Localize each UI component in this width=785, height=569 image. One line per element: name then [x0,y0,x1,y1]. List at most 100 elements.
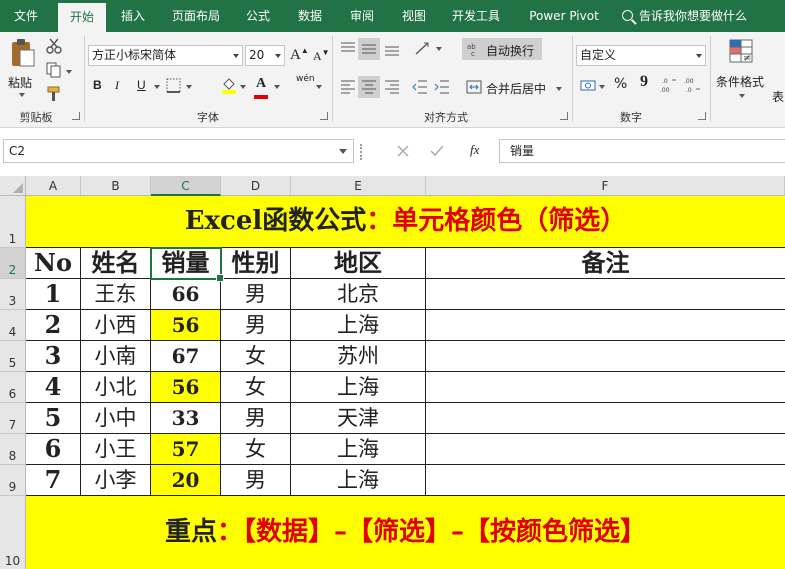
cell-remark[interactable] [426,279,785,310]
cell-no[interactable]: 4 [26,372,81,403]
conditional-formatting-button[interactable]: ≠ 条件格式 [714,36,770,106]
cell-no[interactable]: 1 [26,279,81,310]
phonetic-dropdown-icon[interactable] [316,85,322,89]
orientation-dropdown-icon[interactable] [436,47,442,51]
copy-dropdown-icon[interactable] [66,70,72,74]
cell-name[interactable]: 王东 [81,279,151,310]
column-header-f[interactable]: F [426,176,785,196]
tell-me-search[interactable]: 告诉我你想要做什么 [622,0,747,32]
cell-sex[interactable]: 女 [221,372,291,403]
tab-power-pivot[interactable]: Power Pivot [518,0,610,32]
cell-remark[interactable] [426,434,785,465]
accounting-format-icon[interactable] [580,78,596,92]
cell-sex[interactable]: 男 [221,310,291,341]
font-name-select[interactable]: 方正小标宋简体 [88,45,243,66]
font-color-dropdown-icon[interactable] [274,85,280,89]
paste-button[interactable]: 粘贴 [4,36,40,102]
cell-region[interactable]: 上海 [291,310,426,341]
cell-name[interactable]: 小王 [81,434,151,465]
borders-icon[interactable] [166,78,181,93]
cell-no[interactable]: 2 [26,310,81,341]
tab-data[interactable]: 数据 [288,0,332,32]
wrap-text-button[interactable]: ab c 自动换行 [462,38,542,60]
cut-icon[interactable] [46,38,62,54]
decrease-font-size-button[interactable]: A▼ [313,48,330,64]
header-cell-name[interactable]: 姓名 [81,248,151,279]
phonetic-guide-button[interactable]: wén [296,74,315,84]
tab-file[interactable]: 文件 [0,0,52,32]
select-all-button[interactable] [0,176,26,196]
cell-name[interactable]: 小北 [81,372,151,403]
decrease-decimal-icon[interactable]: .00.0 [684,76,702,94]
cell-region[interactable]: 上海 [291,465,426,496]
copy-icon[interactable] [46,62,62,78]
cell-sex[interactable]: 男 [221,465,291,496]
header-cell-no[interactable]: No [26,248,81,279]
column-header-a[interactable]: A [26,176,81,196]
header-cell-sales[interactable]: 销量 [151,248,221,279]
bold-button[interactable]: B [93,78,102,92]
row-header-7[interactable]: 7 [0,403,26,434]
cell-name[interactable]: 小南 [81,341,151,372]
cell-sales[interactable]: 20 [151,465,221,496]
row-header-4[interactable]: 4 [0,310,26,341]
formula-input[interactable]: 销量 [499,139,785,163]
cell-sales[interactable]: 56 [151,372,221,403]
align-right-icon[interactable] [384,80,400,94]
cell-no[interactable]: 7 [26,465,81,496]
number-format-select[interactable]: 自定义 [576,45,706,66]
cell-sales[interactable]: 33 [151,403,221,434]
footer-cell[interactable]: 重点：【数据】–【筛选】–【按颜色筛选】 [26,496,785,569]
cell-remark[interactable] [426,403,785,434]
underline-button[interactable]: U [137,78,146,92]
accounting-dropdown-icon[interactable] [599,85,605,89]
cell-no[interactable]: 5 [26,403,81,434]
font-size-select[interactable]: 20 [245,45,285,66]
enter-check-icon[interactable] [430,144,444,158]
cell-name[interactable]: 小中 [81,403,151,434]
align-top-icon[interactable] [340,42,356,56]
tab-home[interactable]: 开始 [58,3,106,32]
tab-review[interactable]: 审阅 [340,0,384,32]
fill-color-icon[interactable] [221,76,237,94]
cell-sales[interactable]: 56 [151,310,221,341]
align-middle-button[interactable] [358,38,380,60]
cell-sales[interactable]: 67 [151,341,221,372]
column-header-c[interactable]: C [151,176,221,196]
comma-style-button[interactable]: 9 [640,73,648,91]
cell-name[interactable]: 小李 [81,465,151,496]
tab-page-layout[interactable]: 页面布局 [164,0,228,32]
tab-developer[interactable]: 开发工具 [444,0,508,32]
header-cell-region[interactable]: 地区 [291,248,426,279]
cell-name[interactable]: 小西 [81,310,151,341]
increase-decimal-icon[interactable]: .0.00 [660,76,678,94]
tab-formulas[interactable]: 公式 [236,0,280,32]
number-launcher-icon[interactable] [698,112,706,120]
increase-font-size-button[interactable]: A▲ [290,46,309,64]
row-header-3[interactable]: 3 [0,279,26,310]
row-header-8[interactable]: 8 [0,434,26,465]
cell-sex[interactable]: 男 [221,403,291,434]
row-header-2[interactable]: 2 [0,248,26,279]
title-cell[interactable]: Excel函数公式：单元格颜色（筛选） [26,196,785,248]
cell-region[interactable]: 上海 [291,372,426,403]
column-header-b[interactable]: B [81,176,151,196]
cell-remark[interactable] [426,341,785,372]
cell-no[interactable]: 6 [26,434,81,465]
cell-sales[interactable]: 57 [151,434,221,465]
increase-indent-icon[interactable] [434,80,450,94]
font-launcher-icon[interactable] [320,112,328,120]
cell-no[interactable]: 3 [26,341,81,372]
clipboard-launcher-icon[interactable] [72,112,80,120]
header-cell-sex[interactable]: 性别 [221,248,291,279]
merge-center-button[interactable]: 合并后居中 [464,76,568,98]
column-header-d[interactable]: D [221,176,291,196]
row-header-1[interactable]: 1 [0,196,26,248]
formula-bar-resize-handle[interactable] [360,144,362,160]
cell-sales[interactable]: 66 [151,279,221,310]
insert-function-button[interactable]: fx [470,142,479,158]
alignment-launcher-icon[interactable] [560,112,568,120]
row-header-5[interactable]: 5 [0,341,26,372]
cell-sex[interactable]: 男 [221,279,291,310]
column-header-e[interactable]: E [291,176,426,196]
